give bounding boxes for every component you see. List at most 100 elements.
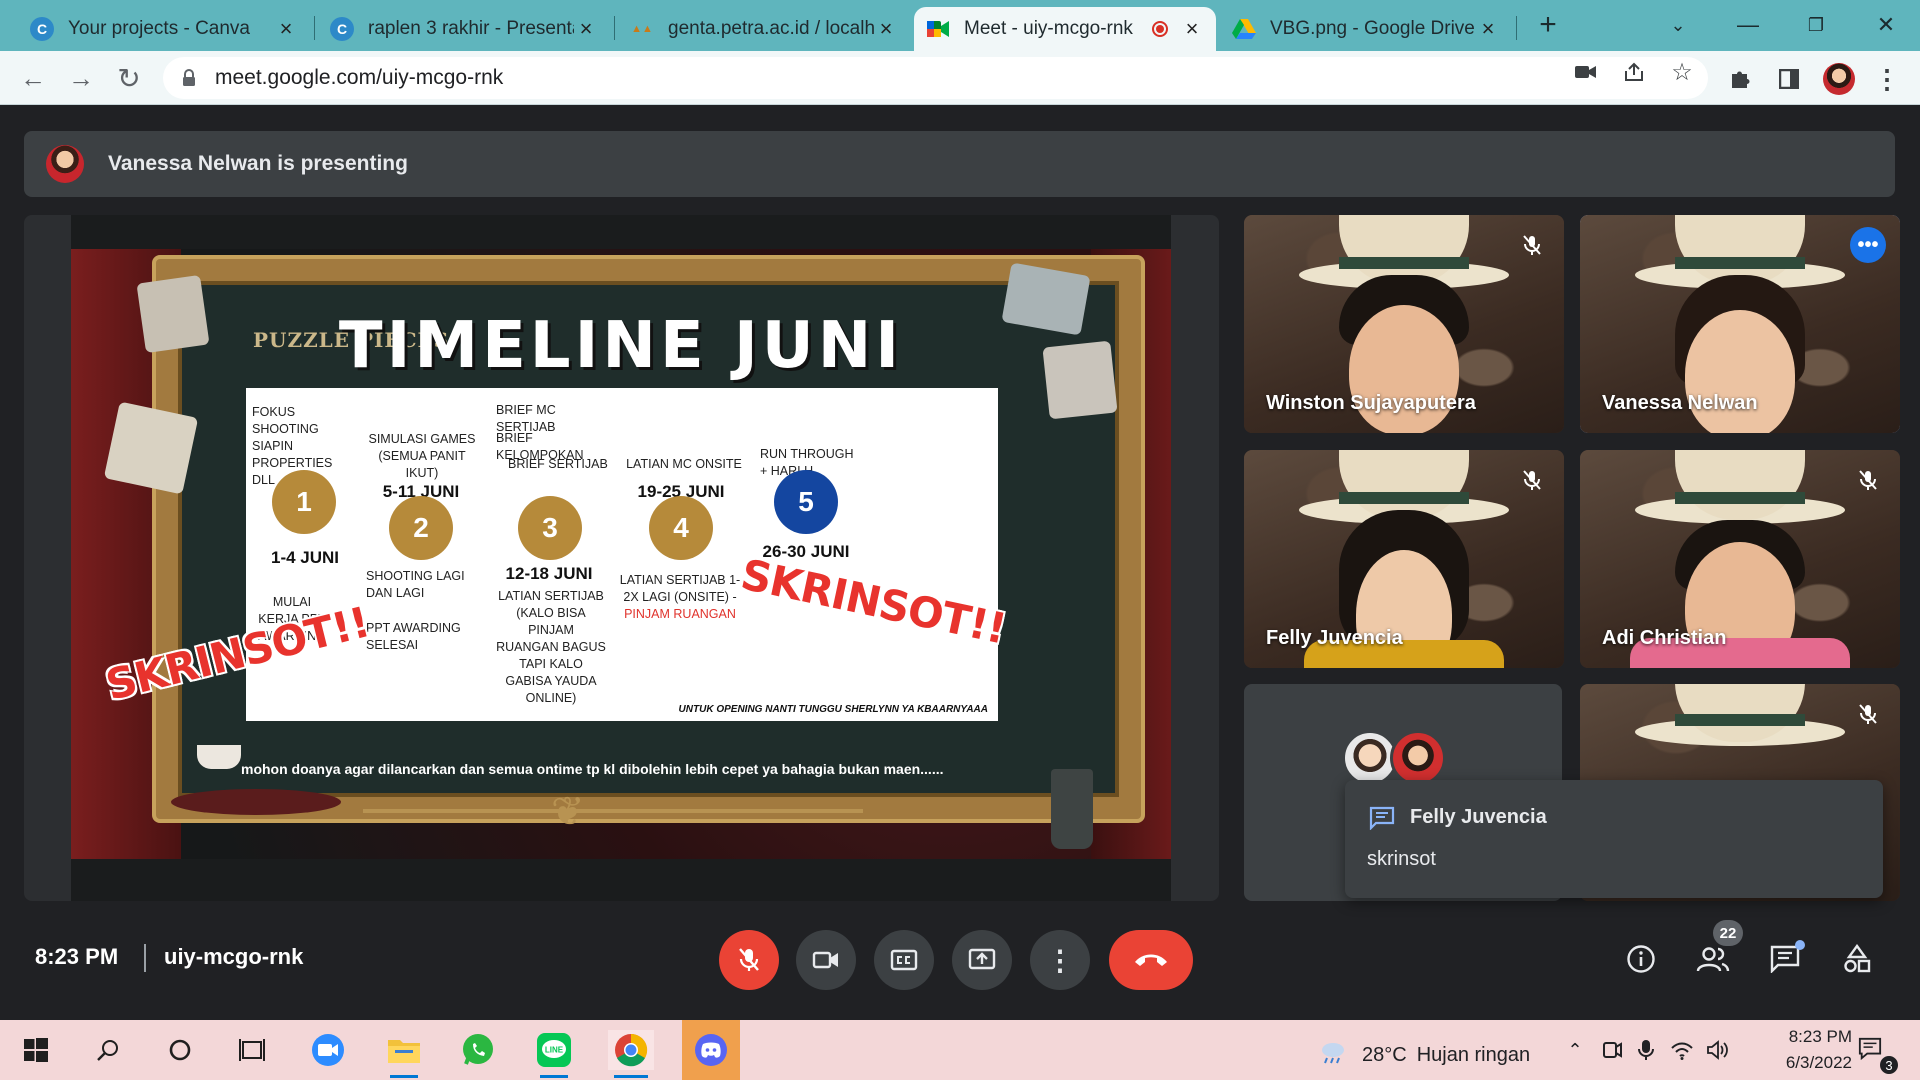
- present-now-button[interactable]: [952, 930, 1012, 990]
- profile-avatar[interactable]: [1823, 63, 1855, 95]
- tab-title: raplen 3 rakhir - Presentat: [368, 18, 574, 39]
- participant-count-badge: 22: [1713, 920, 1743, 946]
- close-tab-icon[interactable]: ×: [874, 16, 898, 42]
- windows-start-icon[interactable]: [16, 1030, 56, 1070]
- participant-tile-felly[interactable]: Felly Juvencia: [1244, 450, 1564, 668]
- extensions-puzzle-icon[interactable]: [1725, 63, 1757, 95]
- chat-sender: Felly Juvencia: [1410, 806, 1547, 828]
- minimize-button[interactable]: —: [1724, 8, 1772, 42]
- mic-off-icon: [1854, 466, 1882, 494]
- tab-canva-projects[interactable]: C Your projects - Canva ×: [18, 7, 310, 51]
- activities-icon[interactable]: [1836, 938, 1878, 980]
- tab-title: genta.petra.ac.id / localhc: [668, 18, 874, 39]
- mic-off-icon: [1518, 231, 1546, 259]
- divider: [144, 944, 146, 972]
- tab-meet[interactable]: Meet - uiy-mcgo-rnk ×: [914, 7, 1216, 51]
- canva-icon: C: [330, 17, 354, 41]
- teacup-icon: [197, 745, 241, 769]
- volume-icon[interactable]: [1706, 1038, 1730, 1062]
- taskbar-clock[interactable]: 8:23 PM 6/3/2022: [1742, 1024, 1852, 1076]
- discord-icon[interactable]: [682, 1020, 740, 1080]
- more-options-icon[interactable]: •••: [1850, 227, 1886, 263]
- meeting-details-icon[interactable]: [1620, 938, 1662, 980]
- clock-date: 6/3/2022: [1785, 1053, 1852, 1072]
- weather-temperature: 28°C: [1362, 1043, 1407, 1066]
- mic-toggle-button[interactable]: [719, 930, 779, 990]
- table-decoration: [171, 789, 341, 815]
- leave-call-button[interactable]: [1109, 930, 1193, 990]
- reload-button[interactable]: ↻: [112, 61, 146, 95]
- slide-title: TIMELINE JUNI: [338, 309, 904, 383]
- share-icon[interactable]: [1620, 60, 1648, 84]
- close-tab-icon[interactable]: ×: [1476, 16, 1500, 42]
- participant-tile-adi[interactable]: Adi Christian: [1580, 450, 1900, 668]
- rain-cloud-icon: [1318, 1040, 1348, 1070]
- tab-separator: [1516, 16, 1517, 40]
- close-window-button[interactable]: ✕: [1862, 8, 1910, 42]
- svg-text:LINE: LINE: [545, 1046, 564, 1055]
- tab-title: Meet - uiy-mcgo-rnk: [964, 18, 1133, 39]
- microphone-icon[interactable]: [1634, 1038, 1658, 1062]
- chevron-up-icon[interactable]: ⌃: [1563, 1038, 1587, 1062]
- camera-in-use-icon[interactable]: [1572, 60, 1600, 84]
- slide-caption: mohon doanya agar dilancarkan dan semua …: [241, 761, 944, 777]
- participant-name: Winston Sujayaputera: [1266, 392, 1476, 414]
- url-text: meet.google.com/uiy-mcgo-rnk: [215, 66, 504, 89]
- participant-name: Adi Christian: [1602, 627, 1727, 649]
- tab-phpmyadmin[interactable]: ▲▲ genta.petra.ac.id / localhc ×: [618, 7, 910, 51]
- zoom-app-icon[interactable]: [308, 1030, 348, 1070]
- file-explorer-icon[interactable]: [384, 1030, 424, 1078]
- step-3-bottom-note: LATIAN SERTIJAB (KALO BISA PINJAM RUANGA…: [496, 589, 606, 705]
- weather-widget[interactable]: 28°C Hujan ringan: [1318, 1040, 1530, 1070]
- step-2-top-note: SIMULASI GAMES (SEMUA PANIT IKUT): [368, 432, 476, 480]
- captions-button[interactable]: [874, 930, 934, 990]
- more-options-button[interactable]: ⋮: [1030, 930, 1090, 990]
- puzzle-piece-decoration: [103, 401, 199, 495]
- mic-off-icon: [1518, 466, 1546, 494]
- presentation-stage[interactable]: PUZZLE PIECES TIMELINE JUNI FOKUS SHOOTI…: [24, 215, 1219, 901]
- step-2-circle: 2: [389, 496, 453, 560]
- windows-taskbar: LINE: [0, 1020, 1920, 1080]
- chrome-icon[interactable]: [608, 1030, 654, 1078]
- search-icon[interactable]: [88, 1030, 128, 1070]
- tab-search-chevron-icon[interactable]: ⌄: [1654, 8, 1702, 42]
- bookmark-star-icon[interactable]: ☆: [1668, 59, 1696, 86]
- side-panel-icon[interactable]: [1773, 63, 1805, 95]
- browser-tab-strip: C Your projects - Canva × C raplen 3 rak…: [0, 0, 1920, 51]
- clock-time: 8:23 PM: [1788, 1027, 1852, 1046]
- close-tab-icon[interactable]: ×: [274, 16, 298, 42]
- restore-button[interactable]: ❐: [1792, 8, 1840, 42]
- presenter-avatar: [46, 145, 84, 183]
- step-2-bottom-note: SHOOTING LAGI DAN LAGI: [366, 569, 465, 600]
- close-tab-icon[interactable]: ×: [574, 16, 598, 42]
- tab-canva-raplen[interactable]: C raplen 3 rakhir - Presentat ×: [318, 7, 610, 51]
- participant-name: Vanessa Nelwan: [1602, 392, 1758, 414]
- whatsapp-icon[interactable]: [458, 1030, 498, 1070]
- chat-notification[interactable]: Felly Juvencia skrinsot: [1345, 780, 1883, 898]
- participant-avatar: [1390, 730, 1446, 786]
- step-4-circle: 4: [649, 496, 713, 560]
- forward-button[interactable]: →: [64, 61, 98, 95]
- cortana-icon[interactable]: [160, 1030, 200, 1070]
- step-4-bottom-highlight: PINJAM RUANGAN: [624, 607, 736, 621]
- new-tab-button[interactable]: +: [1524, 8, 1572, 42]
- participant-tile-winston[interactable]: Winston Sujayaputera: [1244, 215, 1564, 433]
- wifi-icon[interactable]: [1670, 1038, 1694, 1062]
- meet-tray-icon[interactable]: [1600, 1038, 1624, 1062]
- browser-menu-icon[interactable]: ⋮: [1871, 63, 1903, 95]
- camera-toggle-button[interactable]: [796, 930, 856, 990]
- tab-separator: [614, 16, 615, 40]
- recording-icon: [1152, 21, 1168, 37]
- slide-footnote: UNTUK OPENING NANTI TUNGGU SHERLYNN YA K…: [678, 704, 988, 715]
- address-bar[interactable]: meet.google.com/uiy-mcgo-rnk: [163, 57, 1708, 99]
- phpmyadmin-icon: ▲▲: [631, 23, 653, 35]
- back-button[interactable]: ←: [16, 61, 50, 95]
- notification-center-icon[interactable]: [1858, 1036, 1882, 1060]
- step-1-circle: 1: [272, 470, 336, 534]
- tab-google-drive[interactable]: VBG.png - Google Drive ×: [1220, 7, 1512, 51]
- close-tab-icon[interactable]: ×: [1180, 16, 1204, 42]
- step-5-circle: 5: [774, 470, 838, 534]
- task-view-icon[interactable]: [232, 1030, 272, 1070]
- line-app-icon[interactable]: LINE: [534, 1030, 574, 1078]
- participant-tile-vanessa[interactable]: ••• Vanessa Nelwan: [1580, 215, 1900, 433]
